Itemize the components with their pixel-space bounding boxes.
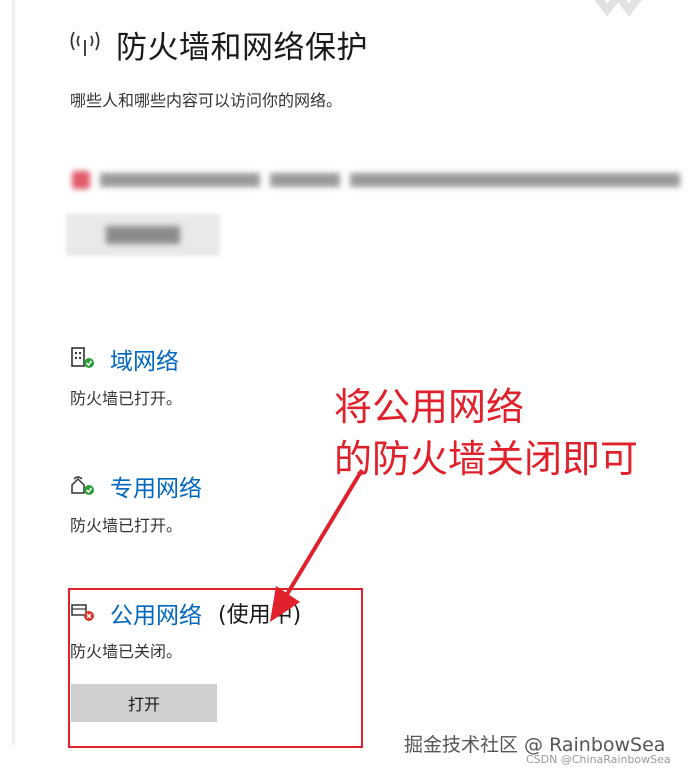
- private-network-icon: [71, 476, 94, 495]
- page-title: 防火墙和网络保护: [116, 30, 368, 66]
- blurred-notice: [66, 168, 680, 194]
- page-subtitle: 哪些人和哪些内容可以访问你的网络。: [70, 91, 343, 110]
- blurred-button: [66, 214, 220, 256]
- domain-network-icon: [71, 347, 94, 368]
- annotation-text-line2: 的防火墙关闭即可: [334, 437, 639, 481]
- domain-network-link[interactable]: 域网络: [110, 342, 179, 376]
- private-network-status: 防火墙已打开。: [70, 516, 183, 535]
- annotation-text-line1: 将公用网络: [334, 385, 525, 429]
- antenna-icon: [70, 31, 100, 56]
- csdn-watermark: CSDN @ChinaRainbowSea: [526, 753, 671, 766]
- left-edge-divider: [12, 0, 15, 745]
- domain-network-status: 防火墙已打开。: [70, 389, 183, 408]
- annotation-highlight-box: [68, 588, 363, 748]
- corner-decoration: [594, 0, 642, 16]
- private-network-link[interactable]: 专用网络: [110, 469, 202, 503]
